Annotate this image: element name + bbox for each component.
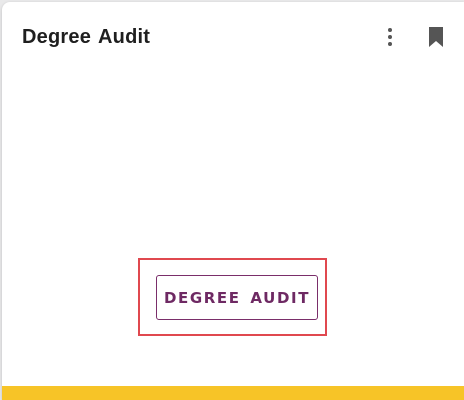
degree-audit-card: Degree Audit DEGREE AUDIT — [2, 2, 464, 400]
degree-audit-button[interactable]: DEGREE AUDIT — [156, 275, 318, 320]
card-title: Degree Audit — [22, 26, 151, 48]
card-accent-bar — [2, 386, 464, 400]
bookmark-icon[interactable] — [426, 26, 446, 48]
more-vertical-icon[interactable] — [380, 26, 400, 48]
